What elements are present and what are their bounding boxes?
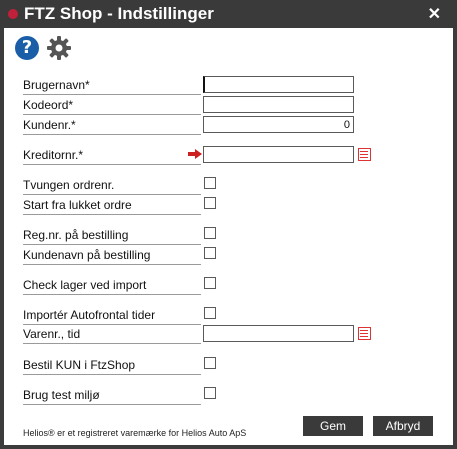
test-miljo-label: Brug test miljø xyxy=(23,388,201,405)
row-test-miljo: Brug test miljø xyxy=(4,386,453,406)
row-kundenr: Kundenr.* xyxy=(4,116,453,136)
kreditornr-input[interactable] xyxy=(203,146,354,163)
row-regnr: Reg.nr. på bestilling xyxy=(4,226,453,246)
row-varenr-tid: Varenr., tid xyxy=(4,325,453,345)
brugernavn-label: Brugernavn* xyxy=(23,78,201,95)
tvungen-checkbox[interactable] xyxy=(204,177,216,189)
kun-ftzshop-checkbox[interactable] xyxy=(204,357,216,369)
kundenavn-label: Kundenavn på bestilling xyxy=(23,248,201,265)
autofrontal-label: Importér Autofrontal tider xyxy=(23,308,201,325)
row-kodeord: Kodeord* xyxy=(4,96,453,116)
dialog-body: ? Brugernavn* Kodeord* Kundenr.* 0 Kredi… xyxy=(4,28,453,445)
test-miljo-checkbox[interactable] xyxy=(204,387,216,399)
kun-ftzshop-label: Bestil KUN i FtzShop xyxy=(23,358,201,375)
kodeord-input[interactable] xyxy=(203,96,354,113)
row-kreditornr: Kreditornr.* xyxy=(4,146,453,166)
app-dot-icon xyxy=(8,9,18,19)
regnr-label: Reg.nr. på bestilling xyxy=(23,228,201,245)
row-kundenavn: Kundenavn på bestilling xyxy=(4,246,453,266)
kreditornr-list-icon[interactable] xyxy=(358,148,371,161)
kundenavn-checkbox[interactable] xyxy=(204,247,216,259)
varenr-tid-list-icon[interactable] xyxy=(358,327,371,340)
kundenr-label: Kundenr.* xyxy=(23,118,201,135)
kreditornr-label: Kreditornr.* xyxy=(23,148,201,165)
brugernavn-input[interactable] xyxy=(203,76,354,93)
regnr-checkbox[interactable] xyxy=(204,227,216,239)
window-title: FTZ Shop - Indstillinger xyxy=(24,4,214,23)
start-lukket-label: Start fra lukket ordre xyxy=(23,198,201,215)
varenr-tid-label: Varenr., tid xyxy=(23,327,201,344)
start-lukket-checkbox[interactable] xyxy=(204,197,216,209)
kodeord-label: Kodeord* xyxy=(23,98,201,115)
row-autofrontal: Importér Autofrontal tider xyxy=(4,306,453,326)
row-kun-ftzshop: Bestil KUN i FtzShop xyxy=(4,356,453,376)
save-button[interactable]: Gem xyxy=(303,416,363,436)
gear-icon[interactable] xyxy=(46,35,72,61)
arrow-right-icon xyxy=(188,149,202,159)
trademark-text: Helios® er et registreret varemærke for … xyxy=(23,428,247,438)
close-button[interactable]: ✕ xyxy=(428,4,441,24)
help-icon[interactable]: ? xyxy=(15,36,39,60)
settings-dialog: FTZ Shop - Indstillinger ✕ ? Brugernavn* xyxy=(0,0,457,449)
row-brugernavn: Brugernavn* xyxy=(4,76,453,96)
autofrontal-checkbox[interactable] xyxy=(204,307,216,319)
row-start-lukket: Start fra lukket ordre xyxy=(4,196,453,216)
check-lager-label: Check lager ved import xyxy=(23,278,201,295)
cancel-button[interactable]: Afbryd xyxy=(373,416,433,436)
row-tvungen: Tvungen ordrenr. xyxy=(4,176,453,196)
varenr-tid-input[interactable] xyxy=(203,325,354,342)
row-check-lager: Check lager ved import xyxy=(4,276,453,296)
kundenr-input[interactable] xyxy=(203,116,354,133)
tvungen-label: Tvungen ordrenr. xyxy=(23,178,201,195)
title-bar[interactable]: FTZ Shop - Indstillinger ✕ xyxy=(0,0,457,28)
check-lager-checkbox[interactable] xyxy=(204,277,216,289)
